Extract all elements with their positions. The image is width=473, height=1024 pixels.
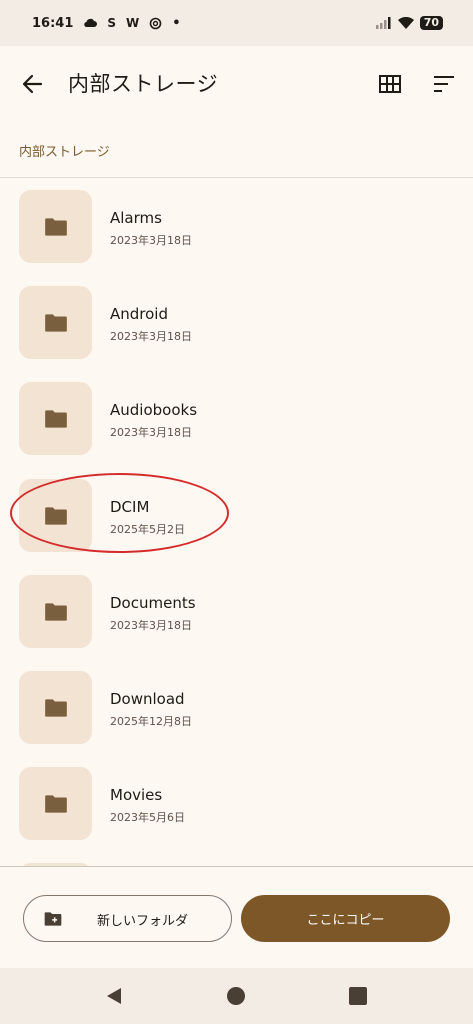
- folder-name: Documents: [110, 594, 196, 612]
- folder-icon: [44, 794, 67, 813]
- new-folder-button[interactable]: 新しいフォルダ: [23, 895, 232, 942]
- folder-row-android[interactable]: Android 2023年3月18日: [0, 274, 473, 370]
- folder-name: DCIM: [110, 498, 150, 516]
- copy-here-button[interactable]: ここにコピー: [241, 895, 450, 942]
- folder-name: Download: [110, 690, 185, 708]
- new-folder-label: 新しいフォルダ: [97, 914, 189, 929]
- battery-indicator: 70: [419, 16, 443, 30]
- folder-thumbnail: [19, 671, 92, 744]
- folder-date: 2025年12月8日: [110, 715, 192, 728]
- nav-home-icon[interactable]: [226, 986, 246, 1006]
- folder-name: Audiobooks: [110, 401, 198, 419]
- folder-row-download[interactable]: Download 2025年12月8日: [0, 659, 473, 755]
- grid-view-button[interactable]: [378, 72, 402, 96]
- system-nav-bar: [0, 968, 473, 1024]
- folder-date: 2023年3月18日: [110, 426, 192, 439]
- w-icon: W: [126, 16, 140, 30]
- folder-row-movies[interactable]: Movies 2023年5月6日: [0, 755, 473, 851]
- dot-icon: •: [172, 15, 181, 31]
- cloud-icon: [84, 18, 98, 28]
- folder-row-dcim[interactable]: DCIM 2025年5月2日: [0, 467, 473, 563]
- sort-button[interactable]: [432, 72, 456, 96]
- folder-date: 2023年5月6日: [110, 811, 185, 824]
- folder-list: Alarms 2023年3月18日 Android 2023年3月18日 Aud…: [0, 178, 473, 866]
- nav-recents-icon[interactable]: [349, 987, 367, 1005]
- grid-view-icon: [379, 75, 401, 93]
- folder-date: 2023年3月18日: [110, 234, 192, 247]
- sort-icon: [434, 76, 454, 92]
- folder-date: 2023年3月18日: [110, 330, 192, 343]
- signal-icon: [375, 17, 391, 29]
- folder-date: 2023年3月18日: [110, 619, 192, 632]
- folder-icon: [44, 313, 67, 332]
- app-bar: 内部ストレージ: [0, 46, 473, 122]
- threads-icon: [149, 17, 162, 29]
- folder-icon: [44, 506, 67, 525]
- folder-name: Alarms: [110, 209, 162, 227]
- folder-thumbnail: [19, 382, 92, 455]
- folder-row-alarms[interactable]: Alarms 2023年3月18日: [0, 178, 473, 274]
- bottom-action-bar: 新しいフォルダ ここにコピー: [0, 867, 473, 968]
- folder-thumbnail: [19, 190, 92, 263]
- folder-date: 2025年5月2日: [110, 523, 185, 536]
- back-button[interactable]: [18, 70, 46, 98]
- copy-here-label: ここにコピー: [306, 913, 385, 928]
- nav-back-icon[interactable]: [104, 986, 124, 1006]
- folder-name: Movies: [110, 786, 163, 804]
- folder-row-audiobooks[interactable]: Audiobooks 2023年3月18日: [0, 370, 473, 466]
- folder-icon: [44, 698, 67, 717]
- folder-icon: [44, 217, 67, 236]
- folder-thumbnail: [19, 767, 92, 840]
- folder-icon: [44, 602, 67, 621]
- folder-thumbnail: [19, 286, 92, 359]
- arrow-back-icon: [22, 74, 43, 94]
- wifi-icon: [397, 17, 414, 29]
- create-folder-icon: [44, 912, 62, 926]
- folder-row-documents[interactable]: Documents 2023年3月18日: [0, 563, 473, 659]
- folder-row-partial[interactable]: [0, 851, 473, 866]
- folder-thumbnail: [19, 479, 92, 552]
- folder-name: Android: [110, 305, 168, 323]
- page-title: 内部ストレージ: [68, 72, 219, 96]
- folder-icon: [44, 409, 67, 428]
- folder-thumbnail: [19, 575, 92, 648]
- s-icon: S: [107, 16, 117, 30]
- breadcrumb[interactable]: 内部ストレージ: [19, 141, 110, 160]
- status-bar: 16:41 S W • 70: [0, 0, 473, 46]
- status-time: 16:41: [32, 15, 74, 31]
